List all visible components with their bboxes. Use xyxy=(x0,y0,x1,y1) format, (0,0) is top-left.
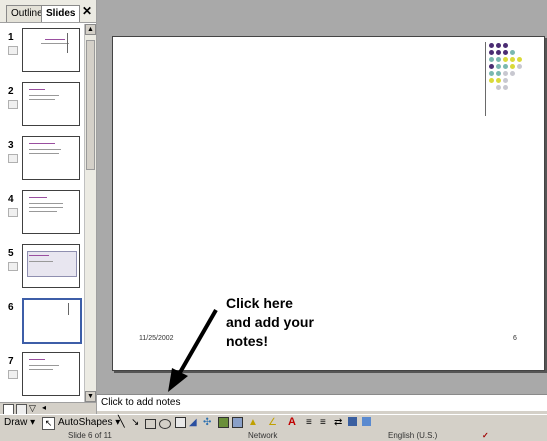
notes-indicator-icon xyxy=(8,154,18,163)
clipart-icon[interactable] xyxy=(218,417,229,428)
rectangle-tool-icon[interactable] xyxy=(145,419,156,429)
status-design: Network xyxy=(248,431,278,440)
pane-tabs: Outline Slides ✕ xyxy=(0,0,96,23)
picture-icon[interactable] xyxy=(232,417,243,428)
slide-thumbnail[interactable] xyxy=(22,28,80,72)
diagram-icon[interactable]: ✣ xyxy=(203,417,214,428)
notes-pane[interactable]: Click to add notes xyxy=(97,394,547,411)
thumbnail-list: 1 2 3 4 5 6 7 xyxy=(0,24,84,402)
slide-thumbnail[interactable] xyxy=(22,136,80,180)
notes-placeholder[interactable]: Click to add notes xyxy=(101,397,181,408)
thumbnail-row[interactable]: 1 xyxy=(0,28,84,82)
slides-pane: Outline Slides ✕ 1 2 3 4 5 6 7 ▲ ▼ ▽ ◂ xyxy=(0,0,97,415)
status-bar: Slide 6 of 11 Network English (U.S.) ✓ xyxy=(0,431,547,441)
shadow-style-icon[interactable] xyxy=(348,417,357,426)
thumbnail-row[interactable]: 5 xyxy=(0,244,84,298)
arrow-style-icon[interactable]: ⇄ xyxy=(334,417,345,428)
select-pointer-icon[interactable]: ↖ xyxy=(42,417,55,430)
slide-number-footer: 6 xyxy=(513,335,517,342)
slide-number: 7 xyxy=(8,356,14,367)
spellcheck-icon: ✓ xyxy=(482,431,489,440)
tab-slides[interactable]: Slides xyxy=(41,5,81,22)
callout-arrow xyxy=(168,309,218,392)
3d-style-icon[interactable] xyxy=(362,417,371,426)
slide-thumbnail[interactable] xyxy=(22,190,80,234)
powerpoint-window: Outline Slides ✕ 1 2 3 4 5 6 7 ▲ ▼ ▽ ◂ 1… xyxy=(0,0,547,441)
close-pane-icon[interactable]: ✕ xyxy=(82,4,92,18)
slide-number: 3 xyxy=(8,140,14,151)
textbox-tool-icon[interactable] xyxy=(175,417,186,428)
scroll-down-icon[interactable]: ▼ xyxy=(85,391,96,402)
scroll-up-icon[interactable]: ▲ xyxy=(85,24,96,35)
font-color-icon[interactable]: A xyxy=(288,417,299,428)
thumbnail-row[interactable]: 6 xyxy=(0,298,84,352)
slide-thumbnail[interactable] xyxy=(22,82,80,126)
slideshow-icon[interactable]: ▽ xyxy=(29,403,36,414)
slide-thumbnail-selected[interactable] xyxy=(22,298,82,344)
slide-number: 4 xyxy=(8,194,14,205)
slide-number: 6 xyxy=(8,302,14,313)
draw-menu-button[interactable]: Draw ▾ xyxy=(4,417,35,428)
notes-indicator-icon xyxy=(8,208,18,217)
line-color-icon[interactable]: ∠ xyxy=(268,417,279,428)
slide-number: 1 xyxy=(8,32,14,43)
autoshapes-menu-button[interactable]: AutoShapes ▾ xyxy=(58,417,120,428)
line-tool-icon[interactable]: ╲ xyxy=(118,417,129,428)
thumbnail-row[interactable]: 7 xyxy=(0,352,84,402)
status-slide: Slide 6 of 11 xyxy=(68,431,112,440)
thumbnail-row[interactable]: 3 xyxy=(0,136,84,190)
status-language: English (U.S.) xyxy=(388,431,438,440)
wordart-icon[interactable]: ◢ xyxy=(189,417,200,428)
thumbnail-scrollbar[interactable]: ▲ ▼ xyxy=(84,24,96,402)
notes-indicator-icon xyxy=(8,46,18,55)
slide-number: 5 xyxy=(8,248,14,259)
slide-thumbnail[interactable] xyxy=(22,352,80,396)
oval-tool-icon[interactable] xyxy=(159,419,171,429)
arrow-tool-icon[interactable]: ↘ xyxy=(131,417,142,428)
dash-style-icon[interactable]: ≡ xyxy=(320,417,331,428)
slide-thumbnail[interactable] xyxy=(22,244,80,288)
decorative-divider xyxy=(485,42,486,116)
slide-number: 2 xyxy=(8,86,14,97)
fill-color-icon[interactable]: ▲ xyxy=(248,417,259,428)
dot-pattern-graphic xyxy=(489,43,545,107)
notes-indicator-icon xyxy=(8,262,18,271)
thumbnail-row[interactable]: 4 xyxy=(0,190,84,244)
scrollbar-thumb[interactable] xyxy=(86,40,95,170)
notes-indicator-icon xyxy=(8,370,18,379)
line-style-icon[interactable]: ≡ xyxy=(306,417,317,428)
scroll-left-icon[interactable]: ◂ xyxy=(42,403,46,412)
notes-indicator-icon xyxy=(8,100,18,109)
thumbnail-row[interactable]: 2 xyxy=(0,82,84,136)
drawing-toolbar: Draw ▾ ↖ AutoShapes ▾ ╲ ↘ ◢ ✣ ▲ ∠ A ≡ ≡ … xyxy=(0,414,547,431)
